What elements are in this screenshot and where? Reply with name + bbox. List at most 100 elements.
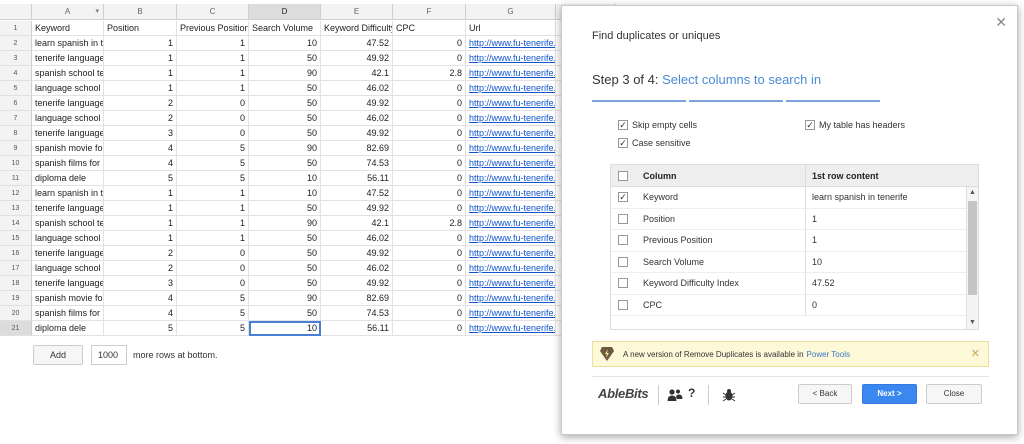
cell[interactable]: spanish films for beginners [32, 156, 104, 171]
help-icon[interactable]: ? [688, 386, 695, 400]
cell[interactable]: tenerife language school [32, 201, 104, 216]
cell[interactable]: 47.52 [321, 186, 393, 201]
cell[interactable]: 0 [177, 111, 249, 126]
column-option-row[interactable]: CPC 0 [611, 294, 978, 316]
cell[interactable]: 50 [249, 276, 321, 291]
cell[interactable]: 5 [177, 171, 249, 186]
row-number[interactable]: 5 [0, 81, 32, 96]
checkbox-checked-icon[interactable]: ✓ [618, 138, 628, 148]
cell[interactable]: 1 [177, 231, 249, 246]
cell[interactable]: 5 [177, 291, 249, 306]
cell[interactable]: diploma dele [32, 171, 104, 186]
cell[interactable]: 0 [393, 291, 466, 306]
row-number[interactable]: 9 [0, 141, 32, 156]
cell[interactable]: http://www.fu-tenerife.com [466, 96, 556, 111]
cell[interactable]: 0 [393, 276, 466, 291]
dropdown-arrow-icon[interactable]: ▾ [95, 4, 99, 20]
cell[interactable]: 0 [393, 141, 466, 156]
cell[interactable]: http://www.fu-tenerife.com [466, 36, 556, 51]
cell[interactable]: 50 [249, 51, 321, 66]
row-number[interactable]: 12 [0, 186, 32, 201]
cell[interactable]: 2 [104, 261, 177, 276]
header-cell[interactable]: Search Volume [249, 21, 321, 36]
cell[interactable]: 1 [177, 201, 249, 216]
column-header-a[interactable]: A ▾ [32, 4, 104, 20]
cell[interactable]: 10 [249, 321, 321, 336]
cell[interactable]: 10 [249, 171, 321, 186]
cell[interactable]: 4 [104, 141, 177, 156]
column-header-g[interactable]: G [466, 4, 556, 20]
cell[interactable]: 49.92 [321, 126, 393, 141]
cell[interactable]: spanish movie for beginners [32, 291, 104, 306]
cell[interactable]: 1 [177, 66, 249, 81]
cell[interactable]: 3 [104, 126, 177, 141]
cell[interactable]: 4 [104, 156, 177, 171]
cell[interactable]: http://www.fu-tenerife.com [466, 51, 556, 66]
cell[interactable]: 1 [104, 231, 177, 246]
cell[interactable]: 2.8 [393, 216, 466, 231]
cell[interactable]: 0 [393, 126, 466, 141]
cell[interactable]: diploma dele [32, 321, 104, 336]
cell[interactable]: 74.53 [321, 306, 393, 321]
cell[interactable]: 2 [104, 111, 177, 126]
cell[interactable]: 0 [393, 231, 466, 246]
cell[interactable]: 5 [177, 141, 249, 156]
cell[interactable]: 1 [104, 186, 177, 201]
cell[interactable]: 0 [393, 186, 466, 201]
header-cell[interactable]: CPC [393, 21, 466, 36]
cell[interactable]: http://www.fu-tenerife.com [466, 246, 556, 261]
cell[interactable]: http://www.fu-tenerife.com [466, 216, 556, 231]
cell[interactable]: 50 [249, 111, 321, 126]
cell[interactable]: http://www.fu-tenerife.com [466, 306, 556, 321]
cell[interactable]: 0 [393, 81, 466, 96]
cell[interactable]: http://www.fu-tenerife.com [466, 156, 556, 171]
cell[interactable]: 42.1 [321, 66, 393, 81]
add-rows-input[interactable]: 1000 [91, 345, 127, 365]
cell[interactable]: 0 [393, 156, 466, 171]
cell[interactable]: 90 [249, 216, 321, 231]
cell[interactable]: 50 [249, 231, 321, 246]
cell[interactable]: 1 [104, 66, 177, 81]
column-header-e[interactable]: E [321, 4, 393, 20]
checkbox-checked-icon[interactable]: ✓ [618, 120, 628, 130]
row-number[interactable]: 7 [0, 111, 32, 126]
row-number[interactable]: 2 [0, 36, 32, 51]
cell[interactable]: http://www.fu-tenerife.com [466, 186, 556, 201]
cell[interactable]: 56.11 [321, 171, 393, 186]
cell[interactable]: 1 [177, 36, 249, 51]
cell[interactable]: language school tenerife [32, 81, 104, 96]
cell[interactable]: 1 [104, 81, 177, 96]
checkbox[interactable] [618, 235, 628, 246]
cell[interactable]: 82.69 [321, 141, 393, 156]
cell[interactable]: 0 [393, 321, 466, 336]
cell[interactable]: 49.92 [321, 276, 393, 291]
cell[interactable]: 90 [249, 141, 321, 156]
cell[interactable]: 1 [104, 51, 177, 66]
row-number[interactable]: 11 [0, 171, 32, 186]
cell[interactable]: 5 [177, 156, 249, 171]
cell[interactable]: 50 [249, 96, 321, 111]
header-cell[interactable]: Keyword Difficulty Index [321, 21, 393, 36]
cell[interactable]: 74.53 [321, 156, 393, 171]
cell[interactable]: http://www.fu-tenerife.com [466, 321, 556, 336]
cell[interactable]: 82.69 [321, 291, 393, 306]
cell[interactable]: 90 [249, 66, 321, 81]
cell[interactable]: 0 [393, 171, 466, 186]
row-number[interactable]: 19 [0, 291, 32, 306]
row-number[interactable]: 8 [0, 126, 32, 141]
column-header-d[interactable]: D [249, 4, 321, 20]
cell[interactable]: 42.1 [321, 216, 393, 231]
cell[interactable]: 50 [249, 156, 321, 171]
cell[interactable]: spanish school tenerife [32, 66, 104, 81]
cell[interactable]: 56.11 [321, 321, 393, 336]
row-number[interactable]: 4 [0, 66, 32, 81]
header-cell[interactable]: Position [104, 21, 177, 36]
cell[interactable]: 0 [393, 261, 466, 276]
close-icon[interactable]: ✕ [995, 14, 1007, 31]
column-header-b[interactable]: B [104, 4, 177, 20]
header-cell[interactable]: Url [466, 21, 556, 36]
checkbox-checked-icon[interactable]: ✓ [805, 120, 815, 130]
cell[interactable]: 10 [249, 186, 321, 201]
row-number[interactable]: 21 [0, 321, 32, 336]
ablebits-logo[interactable]: AbleBits [598, 386, 649, 401]
